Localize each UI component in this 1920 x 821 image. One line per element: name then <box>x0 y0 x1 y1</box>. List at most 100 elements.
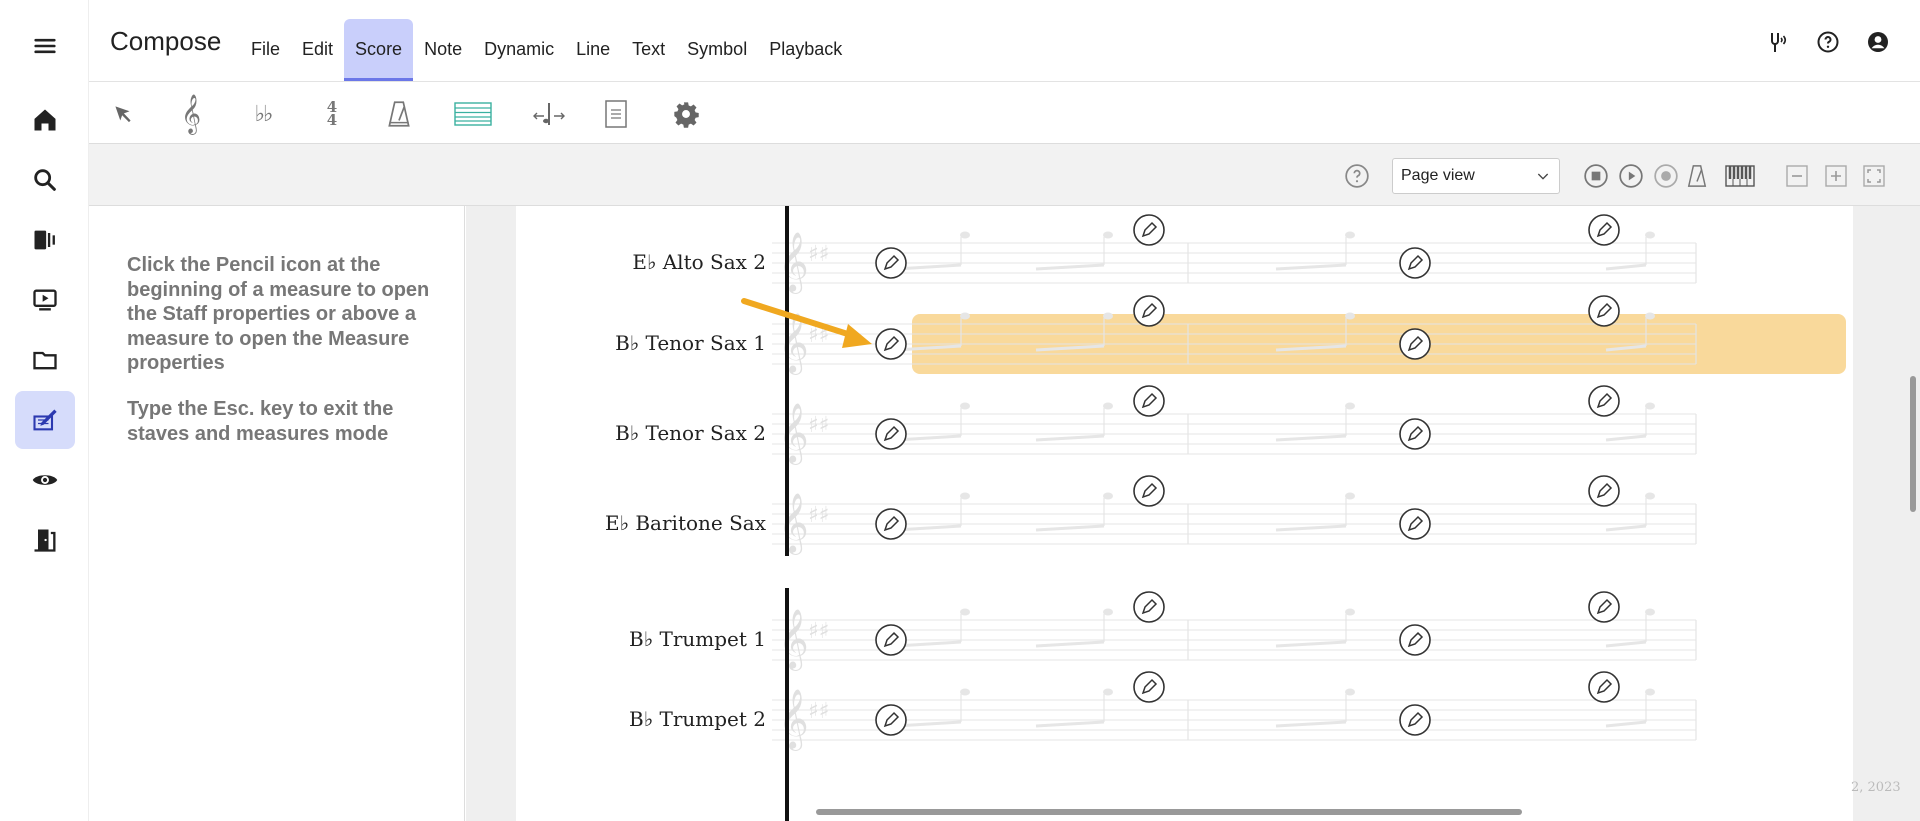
vertical-scroll-thumb[interactable] <box>1910 376 1916 512</box>
metronome-icon[interactable] <box>377 92 421 136</box>
staff-properties-pencil-icon[interactable] <box>875 704 907 736</box>
help-circle-icon[interactable] <box>1343 162 1371 190</box>
help-escape-hint: Type the Esc. key to exit the staves and… <box>127 398 394 445</box>
left-nav <box>0 0 89 821</box>
note-head <box>1345 312 1355 320</box>
time-signature-icon[interactable]: 44 <box>310 92 354 136</box>
treble-clef-glyph: 𝄞 <box>778 232 809 294</box>
measure-staff-pencil-icon[interactable] <box>1399 508 1431 540</box>
help-panel: Click the Pencil icon at the beginning o… <box>89 206 465 821</box>
record-icon[interactable] <box>1652 162 1680 190</box>
fullscreen-icon[interactable] <box>1860 162 1888 190</box>
help-instructions: Click the Pencil icon at the beginning o… <box>127 254 430 374</box>
measure-properties-pencil-icon[interactable] <box>1133 295 1165 327</box>
note-head <box>960 688 970 696</box>
measure-properties-pencil-icon[interactable] <box>1133 671 1165 703</box>
staff-name-label: B♭ Trumpet 1 <box>629 627 766 651</box>
note-head <box>1645 492 1655 500</box>
measure-properties-pencil-icon[interactable] <box>1588 591 1620 623</box>
note-head <box>1103 402 1113 410</box>
tuning-fork-icon[interactable] <box>1764 28 1792 56</box>
clef-icon[interactable]: 𝄞 <box>169 92 213 136</box>
zoom-in-icon[interactable] <box>1822 162 1850 190</box>
measure-staff-pencil-icon[interactable] <box>1399 418 1431 450</box>
staff-name-label: E♭ Baritone Sax <box>605 511 767 535</box>
note-beam <box>1275 434 1347 442</box>
note-beam <box>1275 263 1347 271</box>
note-head <box>1345 688 1355 696</box>
piano-keyboard-icon[interactable] <box>1725 162 1755 190</box>
metronome-toggle-icon[interactable] <box>1683 162 1711 190</box>
menu-line[interactable]: Line <box>565 19 621 79</box>
main-menu: File Edit Score Note Dynamic Line Text S… <box>240 19 853 81</box>
note-beam <box>1035 263 1105 271</box>
score-toolbar: 𝄞 ♭♭ 44 <box>89 82 1920 144</box>
menu-note[interactable]: Note <box>413 19 473 79</box>
measure-properties-pencil-icon[interactable] <box>1588 475 1620 507</box>
note-head <box>960 492 970 500</box>
menu-text[interactable]: Text <box>621 19 676 79</box>
staff-properties-pencil-icon[interactable] <box>875 328 907 360</box>
staff-properties-pencil-icon[interactable] <box>875 418 907 450</box>
menu-playback[interactable]: Playback <box>758 19 853 79</box>
measure-staff-pencil-icon[interactable] <box>1399 704 1431 736</box>
staff-properties-pencil-icon[interactable] <box>875 508 907 540</box>
video-icon[interactable] <box>15 271 75 329</box>
compose-icon[interactable] <box>15 391 75 449</box>
key-signature-glyph: ♯♯ <box>808 413 829 438</box>
exit-door-icon[interactable] <box>15 511 75 569</box>
folder-icon[interactable] <box>15 331 75 389</box>
settings-gear-icon[interactable] <box>664 92 708 136</box>
select-arrow-icon[interactable] <box>101 92 145 136</box>
measure-properties-pencil-icon[interactable] <box>1588 214 1620 246</box>
eye-icon[interactable] <box>15 451 75 509</box>
tutorial-arrow-head <box>842 324 872 348</box>
treble-clef-glyph: 𝄞 <box>778 689 809 751</box>
menu-symbol[interactable]: Symbol <box>676 19 758 79</box>
menu-dynamic[interactable]: Dynamic <box>473 19 565 79</box>
measure-properties-pencil-icon[interactable] <box>1588 671 1620 703</box>
note-head <box>960 231 970 239</box>
play-icon[interactable] <box>1617 162 1645 190</box>
page-layout-icon[interactable] <box>594 92 638 136</box>
staff-lines-icon[interactable] <box>451 92 495 136</box>
note-beam <box>1275 640 1347 648</box>
key-signature-icon[interactable]: ♭♭ <box>241 92 285 136</box>
menu-file[interactable]: File <box>240 19 291 79</box>
menu-score[interactable]: Score <box>344 19 414 81</box>
note-beam <box>1035 524 1105 532</box>
score-canvas: 𝄞 ♯♯E♭ Alto Sax 2𝄞 ♯♯B♭ Tenor Sax 1𝄞 ♯♯B♭ T… <box>605 206 1846 821</box>
measure-staff-pencil-icon[interactable] <box>1399 247 1431 279</box>
account-icon[interactable] <box>1864 28 1892 56</box>
hamburger-menu-icon[interactable] <box>15 17 75 75</box>
measure-properties-pencil-icon[interactable] <box>1133 591 1165 623</box>
staff-properties-pencil-icon[interactable] <box>875 624 907 656</box>
menu-edit[interactable]: Edit <box>291 19 344 79</box>
measure-properties-pencil-icon[interactable] <box>1588 385 1620 417</box>
home-icon[interactable] <box>15 91 75 149</box>
app-root: Compose File Edit Score Note Dynamic Lin… <box>0 0 1920 821</box>
score-area: 𝄞 ♯♯ E♭ Alto Sax 2 𝄞 ♯♯ B♭ Tenor Sax 1 𝄞 ♯♯ B♭ T… <box>466 206 1920 821</box>
measure-staff-pencil-icon[interactable] <box>1399 624 1431 656</box>
staff-name-label: B♭ Tenor Sax 2 <box>615 421 766 445</box>
measure-properties-pencil-icon[interactable] <box>1588 295 1620 327</box>
search-icon[interactable] <box>15 151 75 209</box>
stop-icon[interactable] <box>1582 162 1610 190</box>
copyright-text: 2, 2023 <box>1851 780 1901 795</box>
library-icon[interactable] <box>15 211 75 269</box>
note-beam <box>1275 524 1347 532</box>
help-icon[interactable] <box>1814 28 1842 56</box>
note-beam <box>1605 263 1647 271</box>
staff-name-label: E♭ Alto Sax 2 <box>632 250 766 274</box>
vertical-scrollbar[interactable] <box>1904 206 1920 821</box>
horizontal-scroll-thumb[interactable] <box>816 809 1522 815</box>
treble-clef-glyph: 𝄞 <box>778 403 809 465</box>
zoom-out-icon[interactable] <box>1783 162 1811 190</box>
measure-properties-pencil-icon[interactable] <box>1133 385 1165 417</box>
measure-staff-pencil-icon[interactable] <box>1399 328 1431 360</box>
spacing-icon[interactable] <box>527 92 571 136</box>
measure-properties-pencil-icon[interactable] <box>1133 214 1165 246</box>
staff-properties-pencil-icon[interactable] <box>875 247 907 279</box>
measure-properties-pencil-icon[interactable] <box>1133 475 1165 507</box>
view-mode-select[interactable]: Page view <box>1392 158 1560 194</box>
